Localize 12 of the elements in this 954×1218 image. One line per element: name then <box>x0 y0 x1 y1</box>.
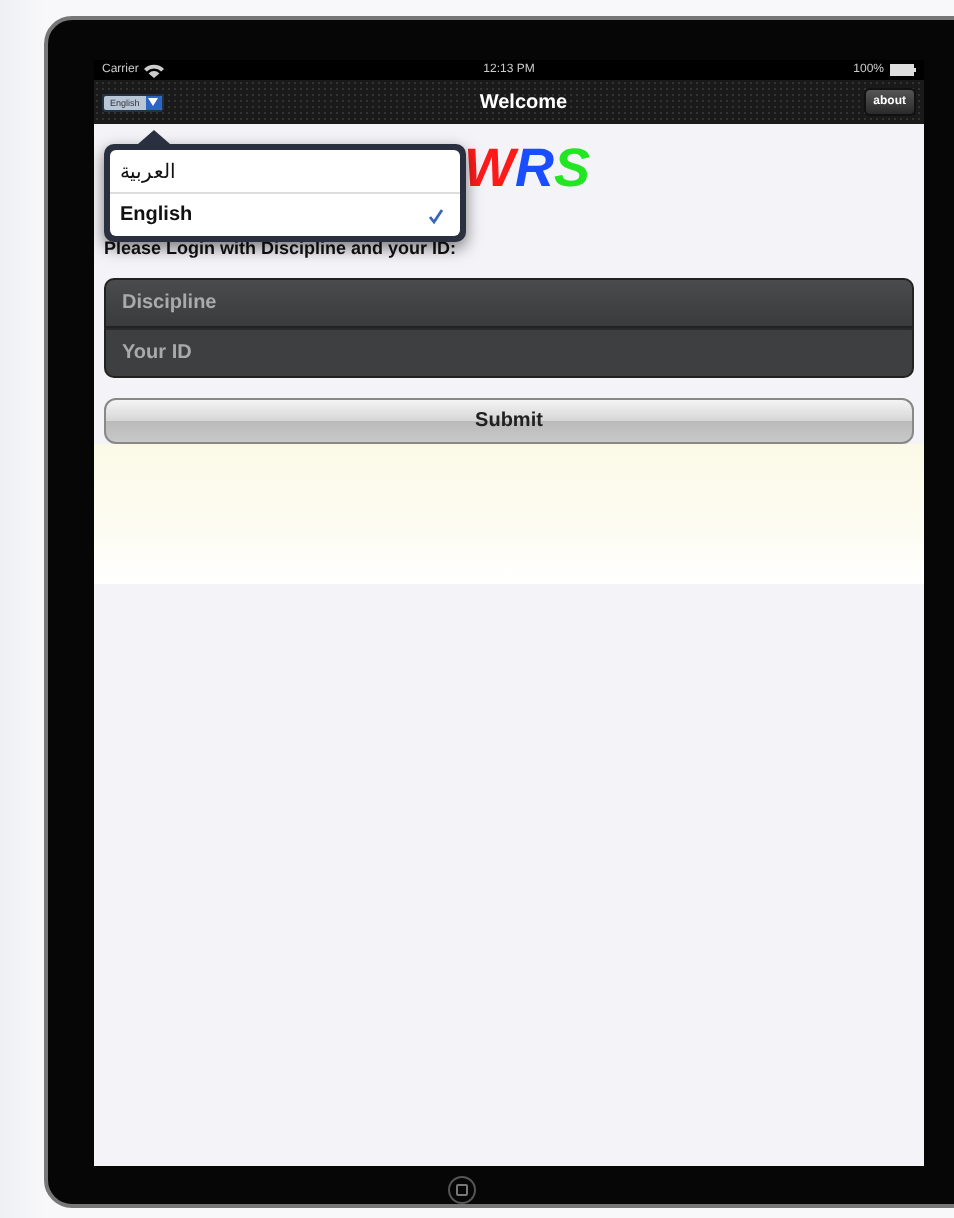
logo-text: WRS <box>464 142 590 196</box>
checkmark-icon <box>428 207 444 223</box>
caret-icon <box>148 98 159 106</box>
nav-title: Welcome <box>477 91 570 113</box>
wifi-icon <box>144 63 165 77</box>
input-field[interactable]: Your ID <box>104 328 914 378</box>
input-field[interactable]: Discipline <box>104 278 914 328</box>
submit-button[interactable]: Submit <box>104 398 914 444</box>
language-option[interactable]: العربية <box>110 150 460 194</box>
language-option[interactable]: English <box>110 194 460 236</box>
instruction-text: Please Login with Discipline and your ID: <box>104 238 459 258</box>
battery-icon <box>890 64 916 76</box>
